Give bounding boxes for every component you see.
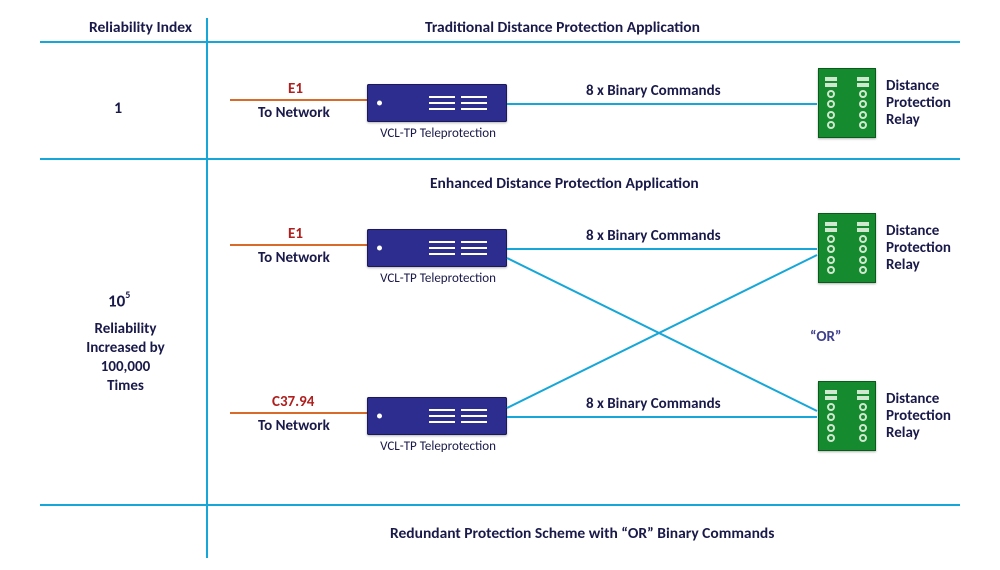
footer-caption: Redundant Protection Scheme with “OR” Bi… — [390, 524, 774, 543]
cross-links-svg — [0, 0, 1000, 570]
rule-bottom — [40, 504, 960, 506]
